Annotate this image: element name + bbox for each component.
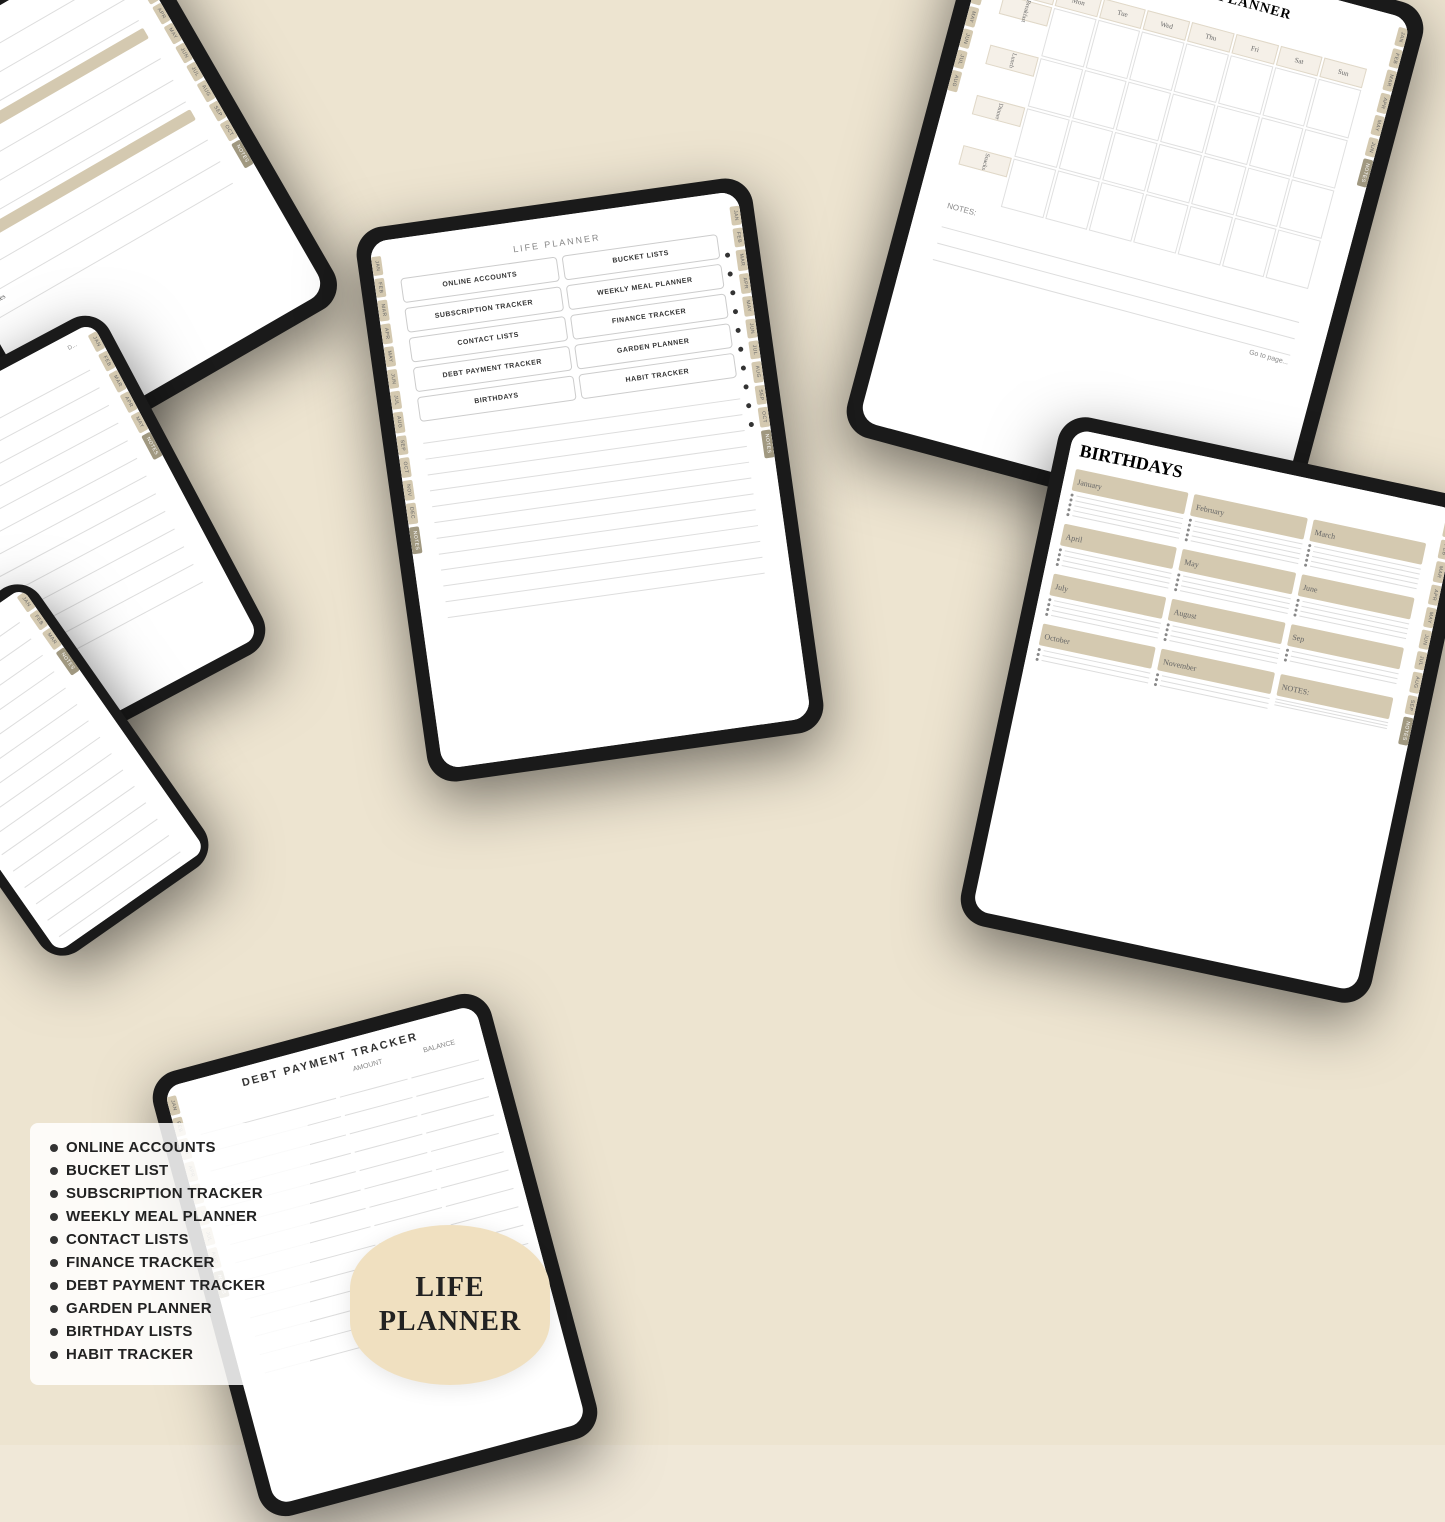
lp-bullet-10 — [749, 422, 755, 428]
feature-label-garden-planner: GARDEN PLANNER — [66, 1300, 212, 1317]
lp-rtab-jul[interactable]: JUL — [748, 340, 760, 360]
wm-row-breakfast: Breakfast — [999, 0, 1052, 27]
bd-month-label-mar: March — [1314, 528, 1336, 541]
bd-month-label-feb: February — [1195, 503, 1225, 518]
lp-lines — [421, 385, 764, 618]
feature-finance-tracker: FINANCE TRACKER — [50, 1254, 290, 1271]
lp-rtab-mar[interactable]: MAR — [736, 249, 749, 271]
bullet-icon — [50, 1282, 58, 1290]
lp-bullet-2 — [727, 271, 733, 277]
bd-notes-label: NOTES: — [1281, 683, 1310, 698]
bullet-icon — [50, 1144, 58, 1152]
lp-bullet-3 — [730, 290, 736, 296]
feature-label-weekly-meal: WEEKLY MEAL PLANNER — [66, 1208, 257, 1225]
lp-bullet-6 — [738, 346, 744, 352]
bullet-icon — [50, 1236, 58, 1244]
lp-rtab-aug[interactable]: AUG — [751, 361, 764, 383]
feature-bucket-list: BUCKET LIST — [50, 1162, 290, 1179]
bd-month-label-aug: August — [1173, 607, 1197, 621]
bd-month-label-sep: Sep — [1292, 633, 1306, 644]
brand-title: LIFEPLANNER — [379, 1271, 521, 1338]
lp-rtab-feb[interactable]: FEB — [732, 227, 745, 247]
feature-label-bucket-list: BUCKET LIST — [66, 1162, 168, 1179]
feature-garden-planner: GARDEN PLANNER — [50, 1300, 290, 1317]
lp-rtab-may[interactable]: MAY — [742, 295, 755, 316]
lp-rtab-oct[interactable]: OCT — [758, 407, 771, 428]
bullet-icon — [50, 1213, 58, 1221]
lp-bullet-7 — [741, 365, 747, 371]
bullet-icon — [50, 1167, 58, 1175]
lp-bullet-1 — [725, 252, 731, 258]
bullet-icon — [50, 1259, 58, 1267]
feature-label-contact-lists: CONTACT LISTS — [66, 1231, 189, 1248]
bullet-icon — [50, 1328, 58, 1336]
bd-month-label-jul: July — [1054, 582, 1069, 594]
bd-month-label-jan: January — [1076, 478, 1102, 492]
feature-contact-lists: CONTACT LISTS — [50, 1231, 290, 1248]
feature-subscription-tracker: SUBSCRIPTION TRACKER — [50, 1185, 290, 1202]
bd-month-label-apr: April — [1065, 532, 1083, 544]
feature-label-subscription: SUBSCRIPTION TRACKER — [66, 1185, 263, 1202]
lp-rtab-apr[interactable]: APR — [739, 273, 752, 294]
feature-online-accounts: ONLINE ACCOUNTS — [50, 1139, 290, 1156]
feature-weekly-meal: WEEKLY MEAL PLANNER — [50, 1208, 290, 1225]
bd-tab-jul[interactable]: JUL — [1414, 651, 1428, 671]
bullet-icon — [50, 1351, 58, 1359]
bd-month-label-oct: October — [1044, 632, 1071, 646]
tablet-life-planner: JAN FEB MAR APR MAY JUN JUL AUG SEP OCT … — [353, 175, 827, 785]
lp-rtab-sep[interactable]: SEP — [754, 384, 767, 405]
lp-bullet-5 — [735, 328, 741, 334]
bullet-icon — [50, 1305, 58, 1313]
brand-card: LIFEPLANNER — [350, 1225, 550, 1385]
feature-habit-tracker: HABIT TRACKER — [50, 1346, 290, 1363]
lp-bullet-8 — [743, 384, 749, 390]
feature-label-debt-payment: DEBT PAYMENT TRACKER — [66, 1277, 265, 1294]
bd-month-label-may: May — [1184, 558, 1200, 570]
feature-birthday-lists: BIRTHDAY LISTS — [50, 1323, 290, 1340]
bullet-icon — [50, 1190, 58, 1198]
feature-label-birthday-lists: BIRTHDAY LISTS — [66, 1323, 193, 1340]
feature-list: ONLINE ACCOUNTS BUCKET LIST SUBSCRIPTION… — [30, 1123, 310, 1385]
lp-bullet-9 — [746, 403, 752, 409]
feature-label-habit-tracker: HABIT TRACKER — [66, 1346, 193, 1363]
life-planner-screen: JAN FEB MAR APR MAY JUN JUL AUG SEP OCT … — [369, 191, 811, 770]
birthdays-screen: JAN FEB MAR APR MAY JUN JUL AUG SEP NOTE… — [972, 429, 1445, 992]
bd-month-label-jun: June — [1302, 583, 1318, 595]
bottom-section: ONLINE ACCOUNTS BUCKET LIST SUBSCRIPTION… — [30, 1123, 550, 1385]
feature-label-finance-tracker: FINANCE TRACKER — [66, 1254, 215, 1271]
feature-debt-payment: DEBT PAYMENT TRACKER — [50, 1277, 290, 1294]
lp-rtab-jan[interactable]: JAN — [729, 206, 742, 226]
feature-label-online-accounts: ONLINE ACCOUNTS — [66, 1139, 216, 1156]
lp-rtab-jun[interactable]: JUN — [745, 318, 758, 338]
bd-month-label-nov: November — [1162, 657, 1197, 673]
lp-bullet-4 — [733, 309, 739, 315]
